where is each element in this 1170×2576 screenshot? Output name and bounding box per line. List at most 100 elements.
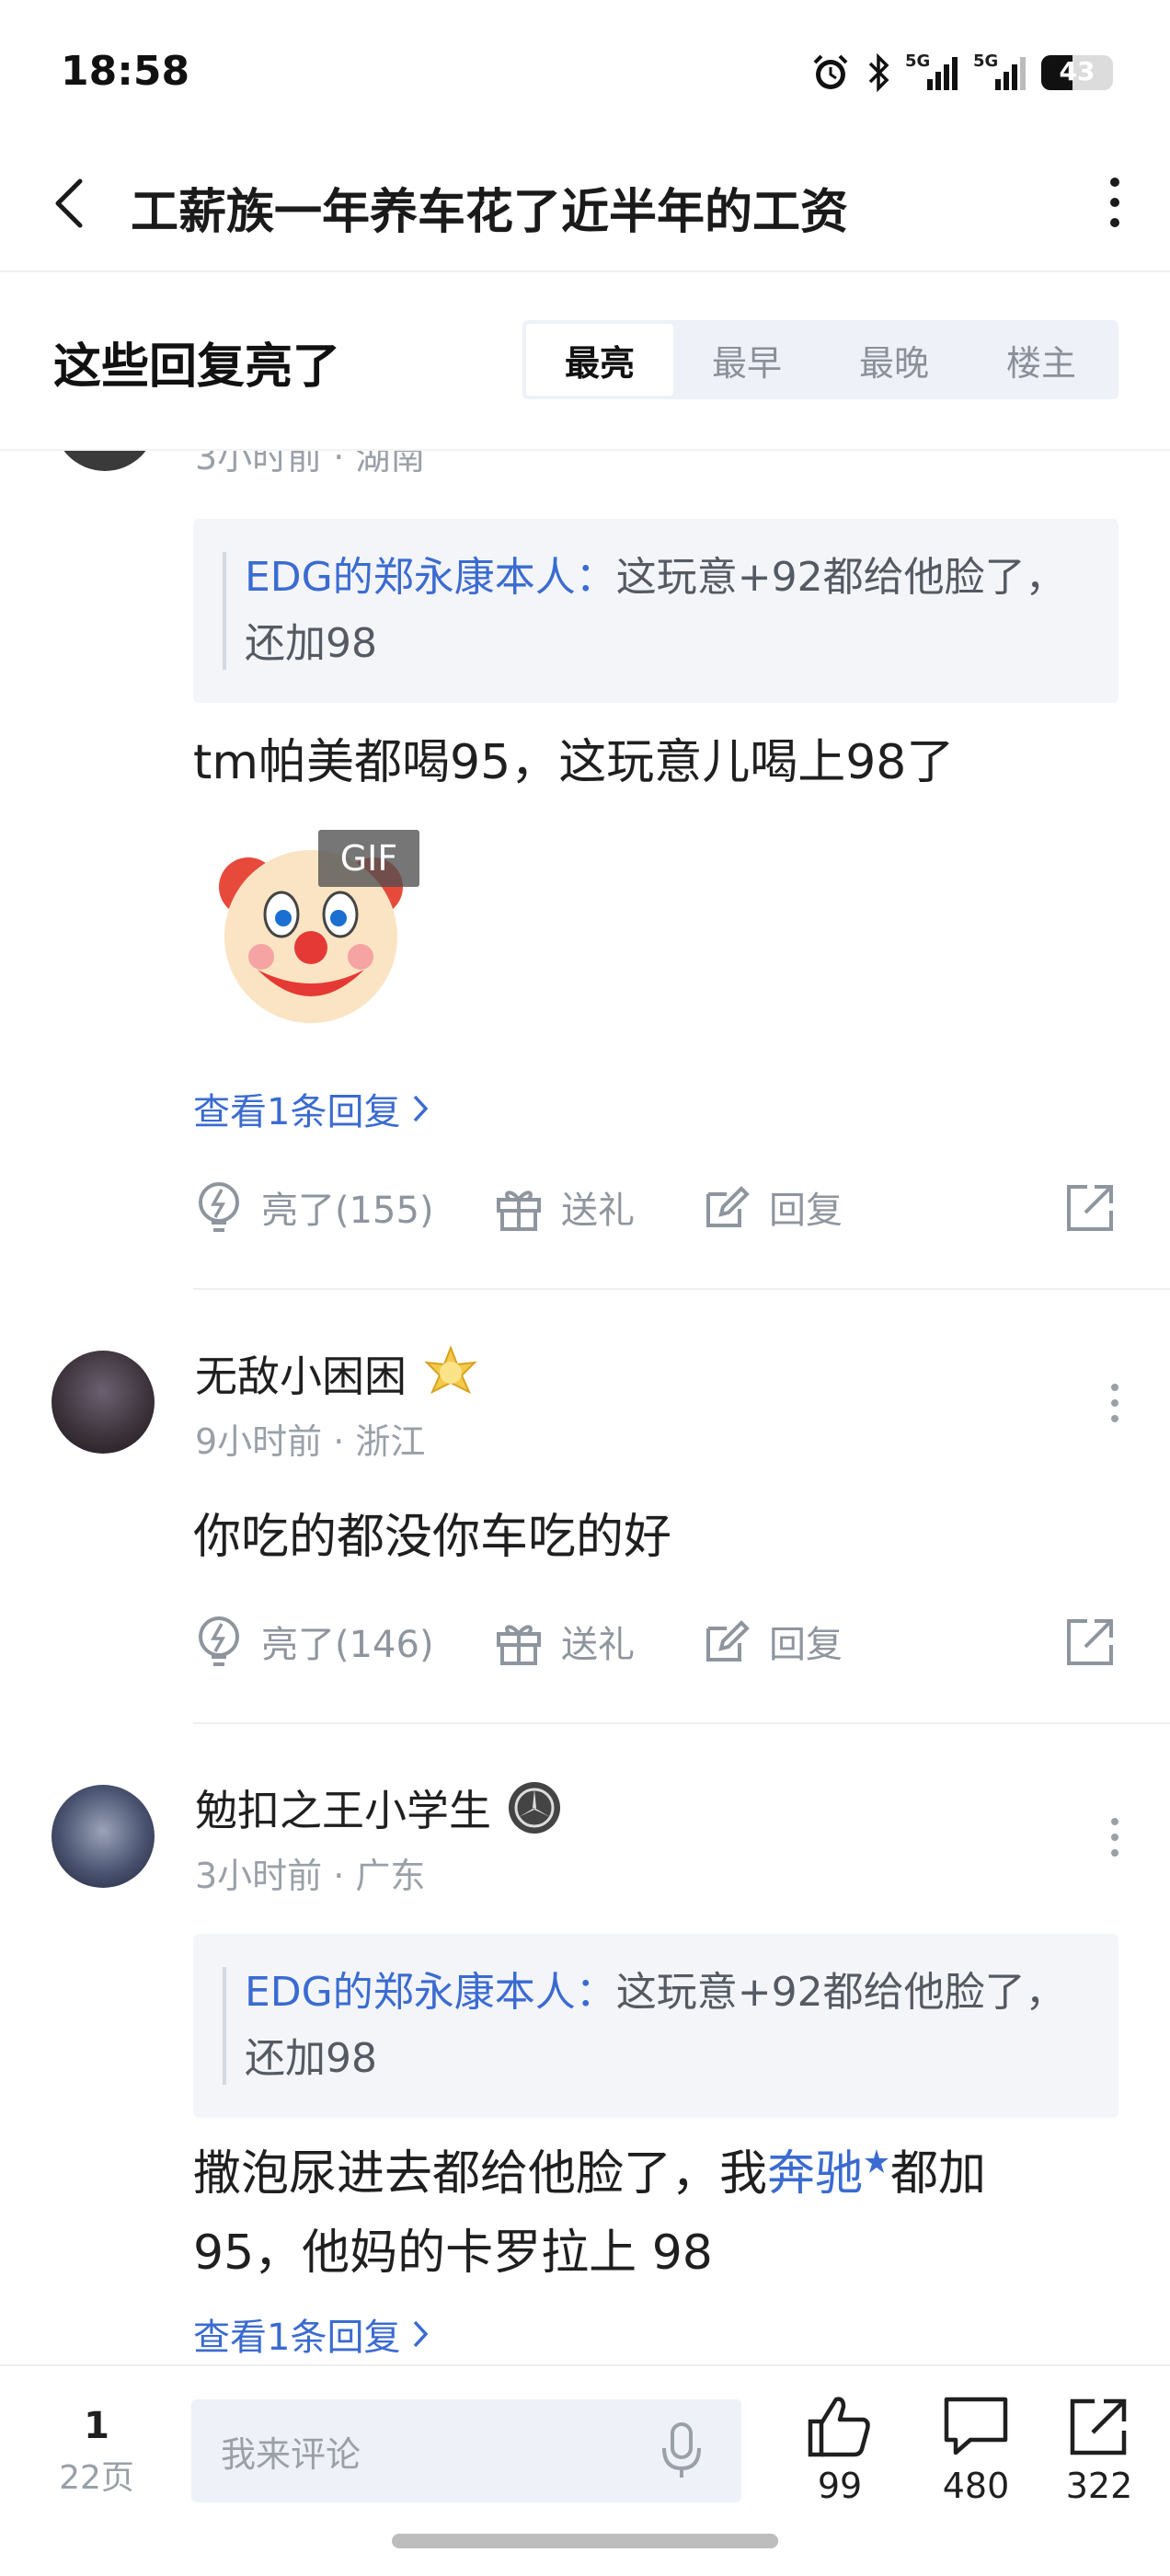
share-icon xyxy=(1067,1619,1113,1665)
home-indicator[interactable] xyxy=(392,2534,778,2548)
more-vertical-icon xyxy=(1110,178,1119,227)
edit-icon xyxy=(706,1186,750,1227)
tab-op[interactable]: 楼主 xyxy=(968,324,1115,396)
chevron-left-icon xyxy=(55,178,83,228)
section-title: 这些回复亮了 xyxy=(53,339,341,395)
sparkle-icon xyxy=(865,2149,889,2173)
body-text-segment: 撒泡尿进去都给他脸了，我 xyxy=(193,2146,768,2202)
gift-label: 送礼 xyxy=(561,1624,635,1666)
quote-bar xyxy=(223,552,226,670)
comment-body-line1: 撒泡尿进去都给他脸了，我奔驰 都加 xyxy=(193,2134,986,2214)
share-icon xyxy=(1067,1185,1113,1231)
microphone-icon[interactable] xyxy=(659,2421,705,2481)
signal-icon-2: 5G xyxy=(973,52,1028,94)
post-comment-button[interactable]: 480 xyxy=(925,2394,1027,2506)
post-like-button[interactable]: 99 xyxy=(789,2394,890,2506)
share-icon xyxy=(1070,2398,1127,2455)
page-indicator[interactable]: 1 22页 xyxy=(37,2405,156,2499)
battery-icon: 43 xyxy=(1041,55,1113,90)
battery-level: 43 xyxy=(1059,56,1095,86)
view-replies-label: 查看1条回复 xyxy=(193,1091,401,1133)
top-nav-bar: 工薪族一年养车花了近半年的工资 xyxy=(0,138,1170,272)
badge-icon xyxy=(424,1345,477,1395)
reply-button[interactable]: 回复 xyxy=(701,1170,843,1244)
more-vertical-icon xyxy=(1111,1818,1118,1857)
avatar[interactable] xyxy=(52,1785,155,1888)
more-vertical-icon xyxy=(1111,1384,1118,1422)
username-label: 勉扣之王小学生 xyxy=(195,1786,491,1835)
car-logo-icon xyxy=(509,1782,560,1834)
divider xyxy=(193,1722,1170,1724)
reply-button[interactable]: 回复 xyxy=(701,1604,843,1678)
comment-actions: 亮了(146) 送礼 回复 xyxy=(193,1604,1118,1678)
signal-icon-1: 5G xyxy=(905,52,960,94)
status-icons: 5G 5G 43 xyxy=(809,50,1113,96)
share-button[interactable] xyxy=(1045,1604,1118,1678)
status-time: 18:58 xyxy=(61,48,190,95)
gift-icon xyxy=(497,1190,541,1231)
comment-input-placeholder: 我来评论 xyxy=(221,2433,361,2475)
topic-link[interactable]: 奔驰 xyxy=(767,2146,863,2202)
body-text-segment: 都加 xyxy=(890,2146,987,2202)
quote-text: EDG的郑永康本人：这玩意+92都给他脸了，还加98 xyxy=(245,1960,1082,2092)
comment-icon xyxy=(944,2397,1008,2455)
lightbulb-icon xyxy=(199,1182,239,1232)
status-bar: 18:58 5G 5G 43 xyxy=(0,0,1170,138)
reply-label: 回复 xyxy=(769,1190,843,1232)
quote-author[interactable]: EDG的郑永康本人： xyxy=(245,1969,616,2016)
bluetooth-icon xyxy=(868,52,889,93)
lightbulb-icon xyxy=(199,1616,239,1666)
like-button[interactable]: 亮了(155) xyxy=(193,1170,434,1244)
view-replies-link[interactable]: 查看1条回复 xyxy=(193,1082,430,1135)
username[interactable]: 无敌小困困 xyxy=(195,1343,480,1404)
gift-button[interactable]: 送礼 xyxy=(493,1170,635,1244)
tab-earliest[interactable]: 最早 xyxy=(673,324,820,396)
comment-meta: 3小时前 · 湖南 xyxy=(195,451,426,477)
more-options-button[interactable] xyxy=(1087,166,1142,239)
comment-actions: 亮了(155) 送礼 回复 xyxy=(193,1170,1118,1244)
quoted-reply[interactable]: EDG的郑永康本人：这玩意+92都给他脸了，还加98 xyxy=(193,519,1118,703)
quote-author[interactable]: EDG的郑永康本人： xyxy=(245,554,616,601)
gif-badge: GIF xyxy=(318,830,419,887)
gif-image[interactable]: GIF xyxy=(210,830,427,1032)
quote-bar xyxy=(223,1967,226,2085)
like-count: 99 xyxy=(817,2466,863,2506)
back-button[interactable] xyxy=(37,171,101,236)
post-share-button[interactable]: 322 xyxy=(1049,2394,1150,2506)
tab-latest[interactable]: 最晚 xyxy=(820,324,968,396)
avatar[interactable] xyxy=(52,1351,155,1454)
username[interactable]: 勉扣之王小学生 xyxy=(195,1777,563,1838)
comment-count: 480 xyxy=(942,2466,1010,2506)
section-header: 这些回复亮了 最亮 最早 最晚 楼主 xyxy=(0,274,1170,451)
share-button[interactable] xyxy=(1045,1170,1118,1244)
comment-more-button[interactable] xyxy=(1096,1371,1133,1435)
comment-body-line2: 95，他妈的卡罗拉上 98 xyxy=(193,2225,713,2281)
alarm-icon xyxy=(813,54,848,89)
sort-tabs: 最亮 最早 最晚 楼主 xyxy=(522,320,1118,399)
reply-label: 回复 xyxy=(769,1624,843,1666)
chevron-right-icon xyxy=(414,2320,429,2348)
like-button[interactable]: 亮了(146) xyxy=(193,1604,434,1678)
like-count: 亮了(146) xyxy=(261,1624,434,1666)
username-label: 无敌小困困 xyxy=(195,1351,407,1401)
like-count: 亮了(155) xyxy=(261,1190,434,1232)
tab-hottest[interactable]: 最亮 xyxy=(526,324,673,396)
comment-feed[interactable]: 3小时前 · 湖南 EDG的郑永康本人：这玩意+92都给他脸了，还加98 tm帕… xyxy=(0,451,1170,2364)
page-current: 1 xyxy=(84,2405,109,2447)
comment-input[interactable]: 我来评论 xyxy=(191,2399,741,2502)
view-replies-label: 查看1条回复 xyxy=(193,2317,401,2359)
comment-body: 你吃的都没你车吃的好 xyxy=(193,1510,672,1565)
edit-icon xyxy=(706,1620,750,1662)
divider xyxy=(193,1288,1170,1290)
comment-meta: 3小时前 · 广东 xyxy=(195,1856,426,1896)
gift-label: 送礼 xyxy=(561,1190,635,1232)
view-replies-link[interactable]: 查看1条回复 xyxy=(193,2307,430,2361)
quote-text: EDG的郑永康本人：这玩意+92都给他脸了，还加98 xyxy=(245,545,1082,677)
chevron-right-icon xyxy=(414,1095,429,1122)
share-count: 322 xyxy=(1065,2466,1133,2506)
comment-meta: 9小时前 · 浙江 xyxy=(195,1421,426,1462)
gift-button[interactable]: 送礼 xyxy=(493,1604,635,1678)
comment-more-button[interactable] xyxy=(1096,1805,1133,1869)
avatar[interactable] xyxy=(53,451,156,471)
quoted-reply[interactable]: EDG的郑永康本人：这玩意+92都给他脸了，还加98 xyxy=(193,1934,1118,2118)
